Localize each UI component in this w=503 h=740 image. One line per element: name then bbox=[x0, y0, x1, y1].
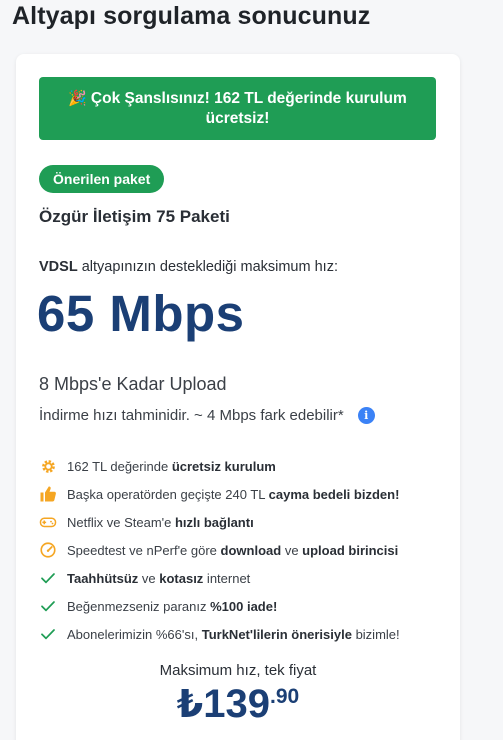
feature-text: Başka operatörden geçişte 240 TL cayma b… bbox=[67, 486, 400, 502]
infrastructure-line: VDSL altyapınızın desteklediği maksimum … bbox=[39, 259, 338, 275]
gear-icon bbox=[39, 457, 57, 475]
currency-symbol: ₺ bbox=[176, 684, 204, 726]
speedometer-icon bbox=[39, 541, 57, 559]
check-icon bbox=[39, 625, 57, 643]
gamepad-icon bbox=[39, 513, 57, 531]
price-decimal: .90 bbox=[270, 685, 300, 708]
thumbs-up-icon bbox=[39, 485, 57, 503]
page-title: Altyapı sorgulama sonucunuz bbox=[12, 2, 371, 30]
estimate-text: İndirme hızı tahminidir. ~ 4 Mbps fark e… bbox=[39, 407, 344, 424]
feature-text: Taahhütsüz ve kotasız internet bbox=[67, 570, 251, 586]
feature-item: Speedtest ve nPerf'e göre download ve up… bbox=[39, 536, 400, 564]
feature-text: Abonelerimizin %66'sı, TurkNet'lilerin ö… bbox=[67, 626, 400, 642]
feature-item: Netflix ve Steam'e hızlı bağlantı bbox=[39, 508, 400, 536]
info-icon[interactable]: i bbox=[357, 407, 375, 424]
recommended-badge: Önerilen paket bbox=[39, 165, 165, 193]
party-popper-icon: 🎉 bbox=[68, 89, 87, 107]
price: ₺139.90 bbox=[16, 682, 460, 727]
feature-text: Speedtest ve nPerf'e göre download ve up… bbox=[67, 542, 399, 558]
upload-speed: 8 Mbps'e Kadar Upload bbox=[39, 374, 227, 394]
promo-text: Çok Şanslısınız! 162 TL değerinde kurulu… bbox=[90, 89, 407, 127]
feature-item: Abonelerimizin %66'sı, TurkNet'lilerin ö… bbox=[39, 620, 400, 648]
feature-text: Beğenmezseniz paranız %100 iade! bbox=[67, 598, 278, 614]
infrastructure-type: VDSL bbox=[39, 259, 78, 275]
feature-item: Başka operatörden geçişte 240 TL cayma b… bbox=[39, 480, 400, 508]
price-amount: 139 bbox=[203, 682, 270, 726]
feature-item: 162 TL değerinde ücretsiz kurulum bbox=[39, 452, 400, 480]
feature-text: 162 TL değerinde ücretsiz kurulum bbox=[67, 458, 276, 474]
price-caption: Maksimum hız, tek fiyat bbox=[159, 662, 317, 679]
check-icon bbox=[39, 597, 57, 615]
feature-item: Beğenmezseniz paranız %100 iade! bbox=[39, 592, 400, 620]
package-card: 🎉 Çok Şanslısınız! 162 TL değerinde kurul… bbox=[16, 54, 460, 740]
feature-item: Taahhütsüz ve kotasız internet bbox=[39, 564, 400, 592]
promo-banner: 🎉 Çok Şanslısınız! 162 TL değerinde kurul… bbox=[39, 77, 436, 140]
max-speed: 65 Mbps bbox=[37, 285, 245, 342]
package-name: Özgür İletişim 75 Paketi bbox=[39, 207, 230, 226]
feature-list: 162 TL değerinde ücretsiz kurulum Başka o… bbox=[39, 452, 400, 648]
estimate-note: İndirme hızı tahminidir. ~ 4 Mbps fark e… bbox=[39, 407, 375, 424]
infrastructure-text: altyapınızın desteklediği maksimum hız: bbox=[77, 259, 338, 275]
check-icon bbox=[39, 569, 57, 587]
feature-text: Netflix ve Steam'e hızlı bağlantı bbox=[67, 514, 254, 530]
